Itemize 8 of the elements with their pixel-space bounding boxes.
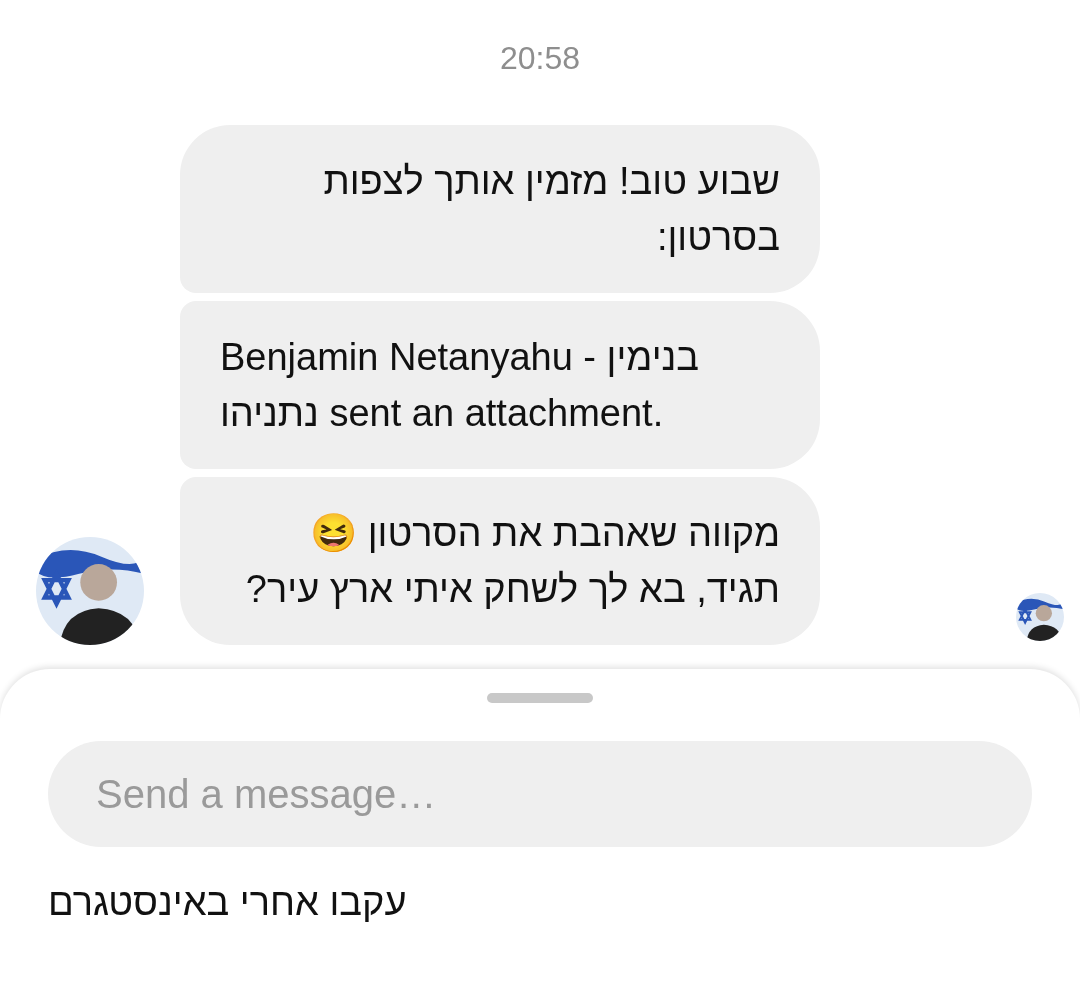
- drag-handle[interactable]: [487, 693, 593, 703]
- timestamp: 20:58: [499, 40, 581, 77]
- message-bubble: מקווה שאהבת את הסרטון 😆 תגיד, בא לך לשחק איתי ארץ עיר?: [180, 477, 820, 645]
- seen-avatar-icon: [1016, 593, 1064, 641]
- footer-text: עקבו אחרי באינסטגרם: [48, 881, 407, 924]
- message-bubble: שבוע טוב! מזמין אותך לצפות בסרטון:: [180, 125, 820, 293]
- message-bubble: Benjamin Netanyahu - בנימין נתניהו sent an attachment.: [180, 301, 820, 469]
- message-input[interactable]: Send a message…: [48, 741, 1032, 847]
